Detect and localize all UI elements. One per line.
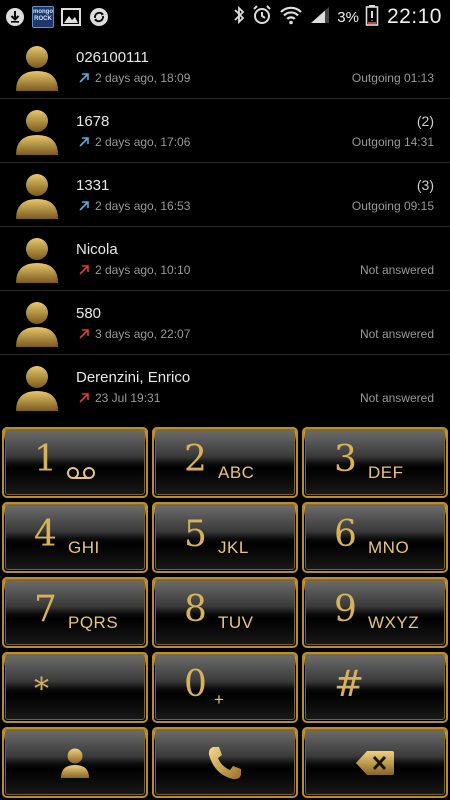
key-letters: PQRS <box>68 613 119 632</box>
call-log-item[interactable]: Nicola 2 days ago, 10:10 Not answered <box>0 227 450 291</box>
call-time: 3 days ago, 22:07 <box>95 327 191 341</box>
key-digit: 2 <box>184 439 207 480</box>
bluetooth-icon <box>233 5 245 30</box>
key-letters: WXYZ <box>368 613 420 632</box>
key-letters: DEF <box>368 463 404 482</box>
key-digit: 1 <box>34 439 57 480</box>
backspace-icon <box>356 750 394 775</box>
dial-key-0[interactable]: 0 + <box>152 652 298 723</box>
clock: 22:10 <box>386 5 442 28</box>
voicemail-icon <box>67 467 95 479</box>
key-letters: ABC <box>218 463 255 482</box>
contact-avatar-icon <box>16 366 58 411</box>
wifi-icon <box>279 5 303 30</box>
battery-icon <box>365 4 379 31</box>
dial-key-5[interactable]: 5 JKL <box>152 502 298 573</box>
dialpad: 1 2 ABC 3 DEF 4 GHI 5 JKL 6 MNO 7 PQRS 8… <box>0 423 450 800</box>
call-status: Outgoing 01:13 <box>351 71 434 85</box>
call-status: Not answered <box>359 263 434 277</box>
key-letters: + <box>214 690 225 709</box>
key-digit: 9 <box>334 589 357 630</box>
key-digit: 6 <box>334 514 357 555</box>
call-time: 23 Jul 19:31 <box>95 391 161 405</box>
caller-name: 580 <box>76 305 102 322</box>
dial-key-6[interactable]: 6 MNO <box>302 502 448 573</box>
caller-name: Nicola <box>76 241 118 258</box>
sync-icon <box>88 6 110 28</box>
call-button[interactable] <box>152 727 298 798</box>
status-bar: mongo ROCK 3% 22:10 <box>0 0 450 34</box>
key-digit: 5 <box>184 514 207 555</box>
dial-key-7[interactable]: 7 PQRS <box>2 577 148 648</box>
key-digit: 0 <box>184 664 207 705</box>
dial-key-9[interactable]: 9 WXYZ <box>302 577 448 648</box>
contact-avatar-icon <box>16 174 58 219</box>
dial-key-2[interactable]: 2 ABC <box>152 427 298 498</box>
mongorock-app-icon: mongo ROCK <box>32 6 54 28</box>
call-status: Not answered <box>359 391 434 405</box>
call-status: Outgoing 14:31 <box>351 135 434 149</box>
caller-name: Derenzini, Enrico <box>76 369 191 386</box>
key-letters: JKL <box>218 538 249 557</box>
contact-avatar-icon <box>16 238 58 283</box>
call-log-item[interactable]: 026100111 2 days ago, 18:09 Outgoing 01:… <box>0 35 450 99</box>
missed-call-icon <box>79 265 89 275</box>
call-log-item[interactable]: 1678 2 days ago, 17:06 (2) Outgoing 14:3… <box>0 99 450 163</box>
call-status: Not answered <box>359 327 434 341</box>
call-status: Outgoing 09:15 <box>351 199 434 213</box>
notification-icons: mongo ROCK <box>4 4 110 30</box>
caller-name: 1678 <box>76 113 110 130</box>
outgoing-call-icon <box>79 201 89 211</box>
caller-name: 1331 <box>76 177 110 194</box>
dial-key-8[interactable]: 8 TUV <box>152 577 298 648</box>
key-digit: 4 <box>34 514 57 555</box>
key-letters: GHI <box>68 538 100 557</box>
key-digit: 8 <box>184 589 207 630</box>
signal-icon <box>309 5 331 30</box>
call-icon <box>208 746 241 779</box>
dial-key-star[interactable]: * <box>2 652 148 723</box>
call-log-list: 026100111 2 days ago, 18:09 Outgoing 01:… <box>0 35 450 419</box>
key-digit: # <box>334 664 365 705</box>
call-count: (3) <box>416 177 434 193</box>
key-digit: 3 <box>334 439 357 480</box>
missed-call-icon <box>79 329 89 339</box>
call-log-item[interactable]: 1331 2 days ago, 16:53 (3) Outgoing 09:1… <box>0 163 450 227</box>
key-digit: 7 <box>34 589 57 630</box>
call-log-item[interactable]: 580 3 days ago, 22:07 Not answered <box>0 291 450 355</box>
alarm-icon <box>251 4 273 31</box>
dial-key-1[interactable]: 1 <box>2 427 148 498</box>
battery-percent: 3% <box>337 8 359 26</box>
call-time: 2 days ago, 18:09 <box>95 71 191 85</box>
key-letters: MNO <box>368 538 410 557</box>
gallery-icon <box>60 6 82 28</box>
key-digit: * <box>34 672 49 707</box>
missed-call-icon <box>79 393 89 403</box>
call-log-item[interactable]: Derenzini, Enrico 23 Jul 19:31 Not answe… <box>0 355 450 419</box>
key-letters: TUV <box>218 613 254 632</box>
dial-key-3[interactable]: 3 DEF <box>302 427 448 498</box>
contact-avatar-icon <box>16 46 58 91</box>
download-icon <box>4 6 26 28</box>
outgoing-call-icon <box>79 137 89 147</box>
call-time: 2 days ago, 16:53 <box>95 199 191 213</box>
caller-name: 026100111 <box>76 49 149 66</box>
system-icons: 3% 22:10 <box>233 0 442 34</box>
call-time: 2 days ago, 17:06 <box>95 135 191 149</box>
dial-key-4[interactable]: 4 GHI <box>2 502 148 573</box>
contact-avatar-icon <box>16 302 58 347</box>
contacts-icon <box>61 748 89 778</box>
call-count: (2) <box>416 113 434 129</box>
backspace-button[interactable] <box>302 727 448 798</box>
call-time: 2 days ago, 10:10 <box>95 263 191 277</box>
contacts-button[interactable] <box>2 727 148 798</box>
outgoing-call-icon <box>79 73 89 83</box>
contact-avatar-icon <box>16 110 58 155</box>
dial-key-hash[interactable]: # <box>302 652 448 723</box>
